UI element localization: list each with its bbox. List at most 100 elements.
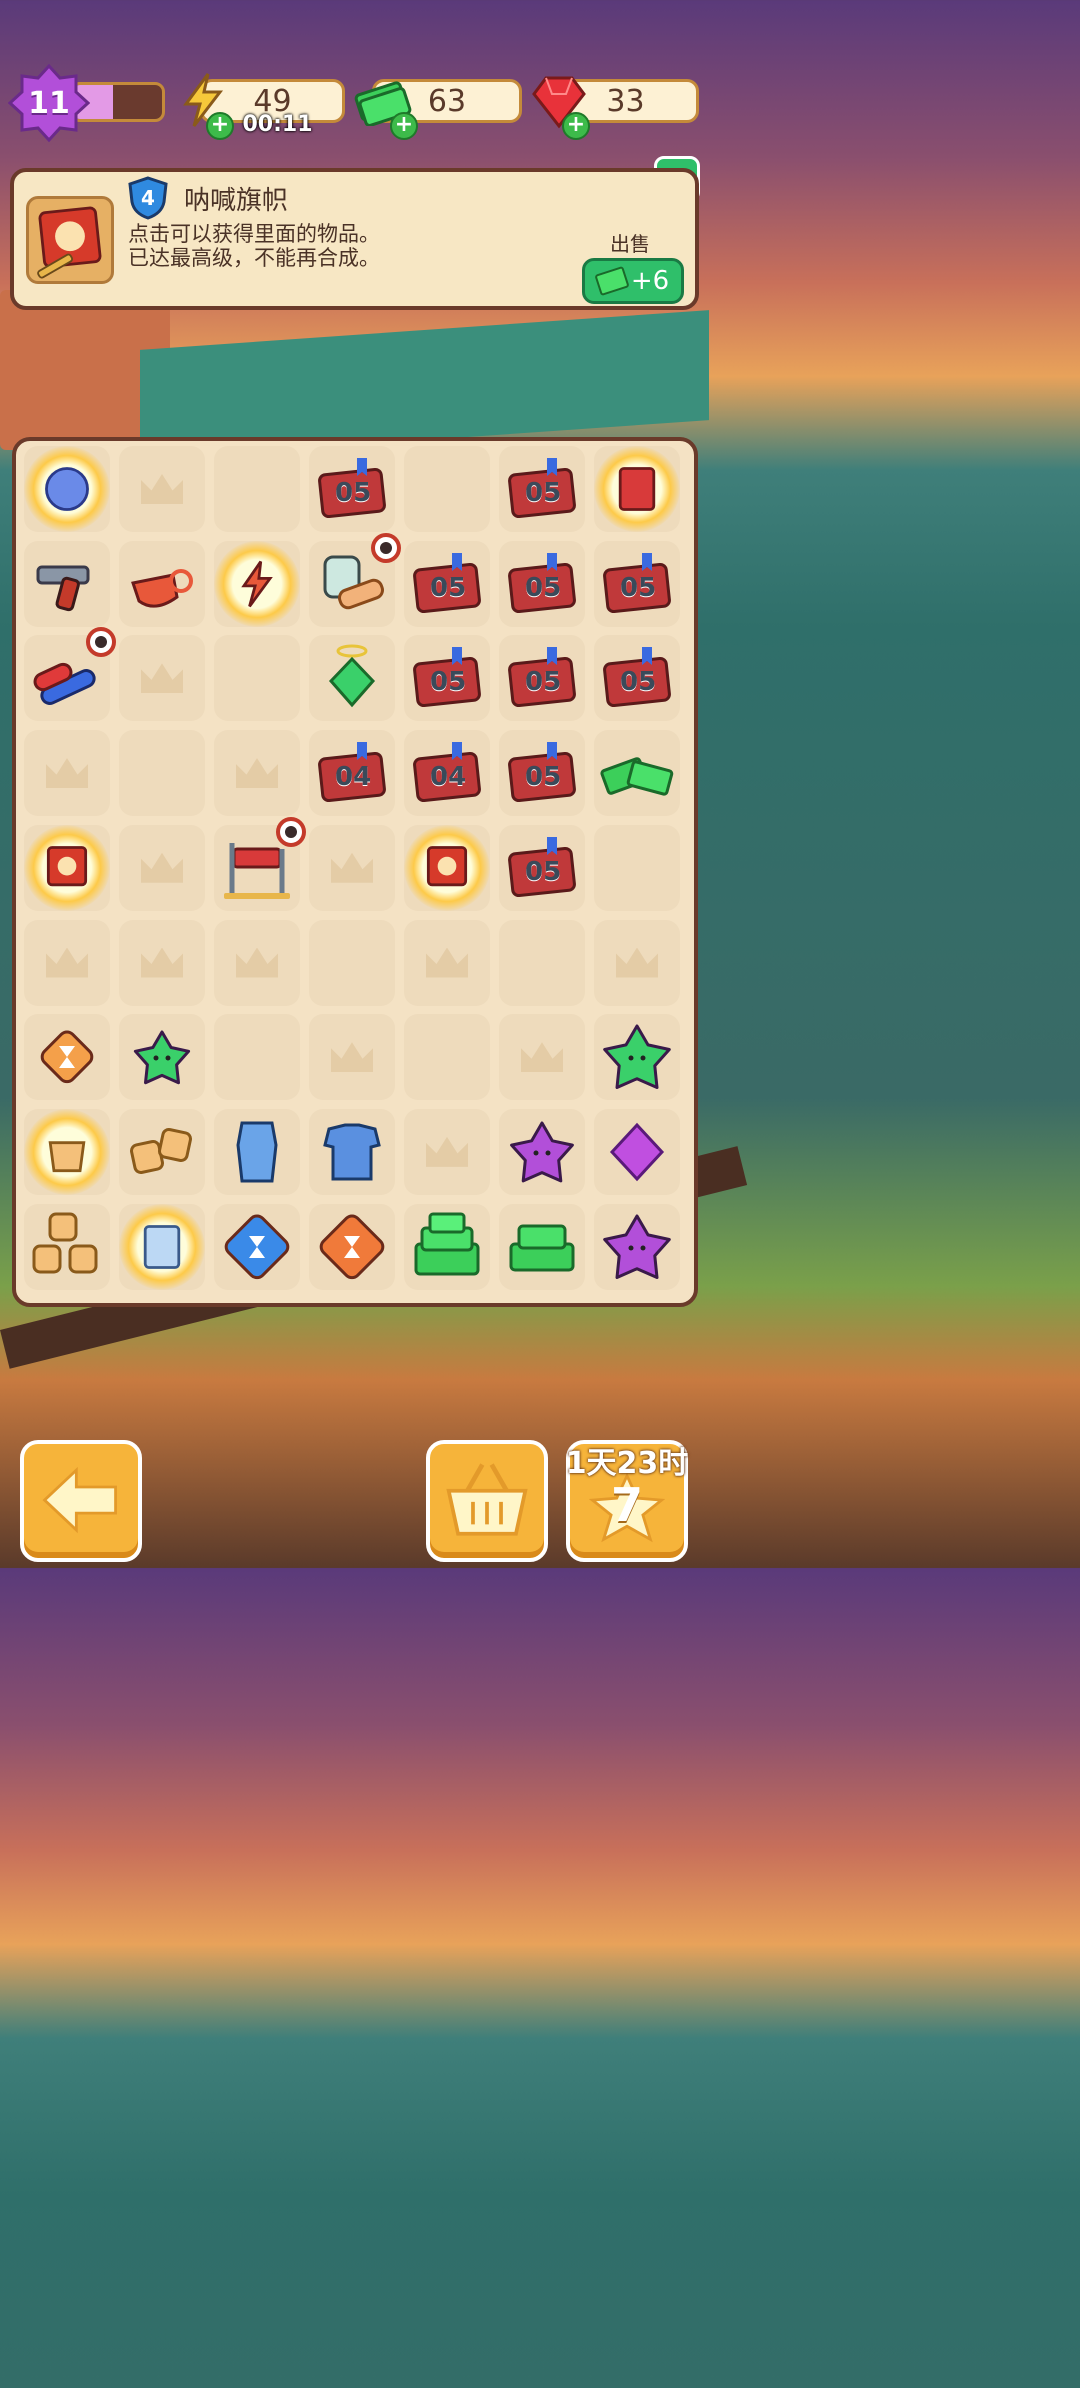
board-cell-blue-shirt[interactable]	[309, 1108, 395, 1195]
flag-icon	[410, 831, 484, 905]
board-cell-empty[interactable]	[214, 446, 300, 532]
card-05-icon: 05	[505, 831, 579, 905]
board-cell-empty[interactable]	[24, 730, 110, 817]
board-cell-empty[interactable]	[119, 919, 205, 1006]
board-cell-card-05[interactable]: 05	[499, 635, 585, 722]
board-cell-glow-paper[interactable]	[119, 1203, 205, 1290]
board-cell-empty[interactable]	[214, 1014, 300, 1101]
item-description: 点击可以获得里面的物品。 已达最高级，不能再合成。	[128, 222, 380, 270]
board-cell-empty[interactable]	[499, 1014, 585, 1101]
star-angel-big-icon	[600, 1020, 674, 1094]
board-cell-hourglass-orange[interactable]	[309, 1203, 395, 1290]
board-cell-glow-orb[interactable]	[24, 446, 110, 532]
board-cell-cash-mid[interactable]	[499, 1203, 585, 1290]
board-cell-toy-gun[interactable]	[24, 540, 110, 627]
board-cell-purple-star[interactable]	[499, 1108, 585, 1195]
board-cell-card-05[interactable]: 05	[499, 540, 585, 627]
board-cell-card-05[interactable]: 05	[499, 730, 585, 817]
board-cell-glow-energy[interactable]	[214, 540, 300, 627]
card-05-icon: 05	[410, 547, 484, 621]
cookies-2-icon	[125, 1115, 199, 1189]
board-cell-card-04[interactable]: 04	[309, 730, 395, 817]
board-cell-green-angel[interactable]	[309, 635, 395, 722]
board-cell-whistle[interactable]	[119, 540, 205, 627]
energy-icon	[220, 547, 294, 621]
card-number: 04	[430, 762, 467, 793]
board-cell-empty[interactable]	[499, 919, 585, 1006]
board-cell-empty[interactable]	[309, 919, 395, 1006]
cash-plus-button[interactable]: +	[390, 112, 418, 140]
board-cell-empty[interactable]	[24, 919, 110, 1006]
board-cell-empty[interactable]	[119, 635, 205, 722]
cash-small-icon	[594, 265, 630, 297]
board-cell-empty[interactable]	[404, 919, 490, 1006]
board-cell-empty[interactable]	[404, 1014, 490, 1101]
board-cell-hourglass-blue[interactable]	[214, 1203, 300, 1290]
board-cell-empty[interactable]	[214, 635, 300, 722]
card-number: 05	[430, 572, 467, 603]
player-level: 11	[28, 85, 70, 121]
board-cell-hourglass-orange-small[interactable]	[24, 1014, 110, 1101]
purple-star-icon	[505, 1115, 579, 1189]
board-cell-empty[interactable]	[404, 446, 490, 532]
board-cell-glow-box[interactable]	[594, 446, 680, 532]
board-cell-blue-dress[interactable]	[214, 1108, 300, 1195]
board-cell-card-05[interactable]: 05	[404, 635, 490, 722]
board-cell-star-angel-big[interactable]	[594, 1014, 680, 1101]
board-cell-glow-flag[interactable]	[24, 824, 110, 911]
board-cell-lipstick-clock[interactable]	[24, 627, 116, 722]
cash-big-icon	[410, 1210, 484, 1284]
board-cell-bandage-clock[interactable]	[309, 532, 401, 627]
whistle-icon	[125, 547, 199, 621]
card-05-icon: 05	[410, 641, 484, 715]
card-number: 05	[335, 478, 372, 508]
board-cell-card-05[interactable]: 05	[594, 635, 680, 722]
board-cell-empty[interactable]	[594, 824, 680, 911]
board-cell-empty[interactable]	[214, 730, 300, 817]
board-cell-empty[interactable]	[119, 730, 205, 817]
hourglass-orange-icon	[315, 1210, 389, 1284]
board-cell-card-05[interactable]: 05	[594, 540, 680, 627]
board-cell-cash-stack[interactable]	[594, 730, 680, 817]
board-cell-purple-flower[interactable]	[594, 1203, 680, 1290]
board-cell-empty[interactable]	[594, 919, 680, 1006]
card-05-icon: 05	[600, 641, 674, 715]
back-button[interactable]	[20, 1440, 142, 1562]
board-cell-card-05[interactable]: 05	[499, 446, 585, 532]
board-cell-empty[interactable]	[404, 1108, 490, 1195]
board-cell-empty[interactable]	[309, 824, 395, 911]
board-cell-barrier-clock[interactable]	[214, 816, 306, 911]
card-number: 05	[525, 856, 562, 887]
bag-icon	[30, 1115, 104, 1189]
shield-level-icon: 4	[128, 176, 168, 220]
board-cell-cookies-3[interactable]	[24, 1203, 110, 1290]
basket-button[interactable]	[426, 1440, 548, 1562]
card-04-icon: 04	[410, 736, 484, 810]
board-cell-empty[interactable]	[309, 1014, 395, 1101]
card-number: 05	[620, 667, 657, 698]
sell-button[interactable]: +6	[582, 258, 684, 304]
board-cell-cookies-2[interactable]	[119, 1108, 205, 1195]
board-cell-empty[interactable]	[214, 919, 300, 1006]
card-04-icon: 04	[315, 736, 389, 810]
board-cell-cash-big[interactable]	[404, 1203, 490, 1290]
board-cell-card-05[interactable]: 05	[404, 540, 490, 627]
board-cell-empty[interactable]	[119, 446, 205, 532]
card-05-icon: 05	[505, 641, 579, 715]
card-number: 05	[620, 572, 657, 603]
board-cell-glow-bag[interactable]	[24, 1108, 110, 1195]
board-cell-card-04[interactable]: 04	[404, 730, 490, 817]
timer-clock-icon	[276, 816, 306, 847]
board-cell-card-05[interactable]: 05	[309, 446, 395, 532]
item-thumbnail	[26, 196, 114, 284]
board-cell-glow-flag[interactable]	[404, 824, 490, 911]
board-cell-empty[interactable]	[119, 824, 205, 911]
item-level: 4	[141, 186, 155, 210]
board-cell-purple-gem[interactable]	[594, 1108, 680, 1195]
item-desc-line2: 已达最高级，不能再合成。	[128, 246, 380, 270]
gem-plus-button[interactable]: +	[562, 112, 590, 140]
card-05-icon: 05	[505, 547, 579, 621]
board-cell-star-angel[interactable]	[119, 1014, 205, 1101]
card-number: 05	[525, 572, 562, 603]
board-cell-card-05[interactable]: 05	[499, 824, 585, 911]
